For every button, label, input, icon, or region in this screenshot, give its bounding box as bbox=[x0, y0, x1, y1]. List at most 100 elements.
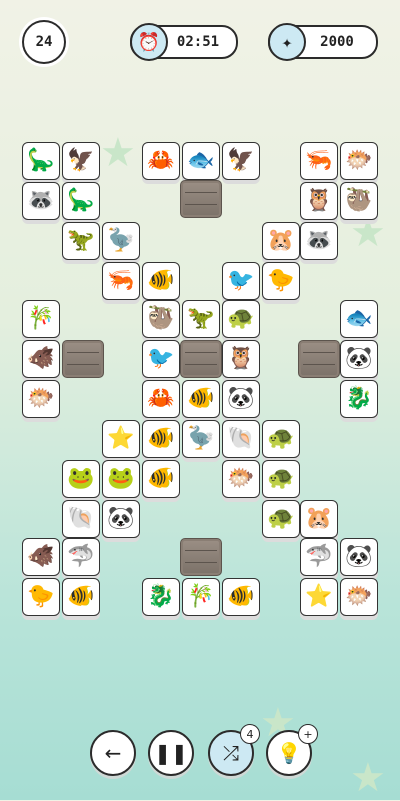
back-button[interactable]: ← bbox=[90, 730, 136, 776]
tile-shrimp[interactable]: 🦐 bbox=[102, 262, 140, 300]
alarm-clock-icon: ⏰ bbox=[130, 23, 168, 61]
tile-tropical-fish[interactable]: 🐠 bbox=[182, 380, 220, 418]
pterodactyl-icon: 🦤 bbox=[187, 426, 215, 451]
tile-sloth[interactable]: 🦥 bbox=[142, 300, 180, 338]
clownfish-icon: 🐠 bbox=[67, 584, 95, 609]
panda-icon: 🐼 bbox=[227, 386, 255, 411]
seashell-icon: 🐚 bbox=[67, 506, 95, 531]
raccoon-icon: 🦝 bbox=[305, 228, 333, 253]
tile-hamster[interactable]: 🐹 bbox=[262, 222, 300, 260]
tile-seashell[interactable]: 🐚 bbox=[222, 420, 260, 458]
tropical-fish-icon: 🐠 bbox=[187, 386, 215, 411]
tile-pufferfish[interactable]: 🐡 bbox=[340, 142, 378, 180]
pause-button[interactable]: ❚❚ bbox=[148, 730, 194, 776]
hint-button[interactable]: 💡 + bbox=[266, 724, 318, 776]
rock-obstacle bbox=[180, 538, 222, 576]
tile-pterodactyl[interactable]: 🦤 bbox=[182, 420, 220, 458]
panda-bamboo-icon: 🎋 bbox=[27, 306, 55, 331]
tile-pufferfish[interactable]: 🐡 bbox=[22, 380, 60, 418]
owl-icon: 🦉 bbox=[227, 346, 255, 371]
seahorse-icon: 🐉 bbox=[345, 386, 373, 411]
tile-fish[interactable]: 🐟 bbox=[340, 300, 378, 338]
seashell-icon: 🐚 bbox=[227, 426, 255, 451]
timer-value: 02:51 bbox=[176, 34, 220, 50]
tile-vulture[interactable]: 🦅 bbox=[62, 142, 100, 180]
background-starfish: ★ bbox=[100, 130, 136, 176]
tile-frog[interactable]: 🐸 bbox=[62, 460, 100, 498]
tile-crab[interactable]: 🦀 bbox=[142, 142, 180, 180]
shuffle-button[interactable]: ⤮ 4 bbox=[208, 724, 260, 776]
tile-starfish[interactable]: ⭐ bbox=[102, 420, 140, 458]
tile-starfish[interactable]: ⭐ bbox=[300, 578, 338, 616]
tile-panda-bamboo[interactable]: 🎋 bbox=[182, 578, 220, 616]
frog-icon: 🐸 bbox=[107, 466, 135, 491]
pufferfish-icon: 🐡 bbox=[27, 386, 55, 411]
tile-hamster[interactable]: 🐹 bbox=[300, 500, 338, 538]
tile-panda[interactable]: 🐼 bbox=[222, 380, 260, 418]
tile-seahorse[interactable]: 🐉 bbox=[340, 380, 378, 418]
dinosaur-icon: 🦖 bbox=[187, 306, 215, 331]
boar-icon: 🐗 bbox=[27, 544, 55, 569]
tile-panda[interactable]: 🐼 bbox=[102, 500, 140, 538]
tile-raccoon[interactable]: 🦝 bbox=[22, 182, 60, 220]
tile-pufferfish[interactable]: 🐡 bbox=[340, 578, 378, 616]
shuffle-count-badge: 4 bbox=[240, 724, 260, 744]
tile-dinosaur[interactable]: 🦕 bbox=[22, 142, 60, 180]
sparkle-icon: ✦ bbox=[268, 23, 306, 61]
tile-pterodactyl[interactable]: 🦤 bbox=[102, 222, 140, 260]
tile-vulture[interactable]: 🦅 bbox=[222, 142, 260, 180]
panda-icon: 🐼 bbox=[345, 346, 373, 371]
dinosaur-icon: 🦖 bbox=[67, 228, 95, 253]
tile-owl[interactable]: 🦉 bbox=[222, 340, 260, 378]
tile-dinosaur[interactable]: 🦖 bbox=[182, 300, 220, 338]
tile-dinosaur[interactable]: 🦕 bbox=[62, 182, 100, 220]
shark-icon: 🦈 bbox=[305, 544, 333, 569]
tile-fish[interactable]: 🐟 bbox=[182, 142, 220, 180]
lightbulb-icon: 💡 bbox=[276, 741, 302, 765]
tile-shark[interactable]: 🦈 bbox=[62, 538, 100, 576]
tile-tropical-fish[interactable]: 🐠 bbox=[222, 578, 260, 616]
tile-goldfish[interactable]: 🐠 bbox=[142, 262, 180, 300]
sloth-icon: 🦥 bbox=[147, 306, 175, 331]
panda-icon: 🐼 bbox=[107, 506, 135, 531]
tile-seashell[interactable]: 🐚 bbox=[62, 500, 100, 538]
tile-raccoon[interactable]: 🦝 bbox=[300, 222, 338, 260]
tile-bird[interactable]: 🐦 bbox=[142, 340, 180, 378]
tile-chick[interactable]: 🐤 bbox=[262, 262, 300, 300]
pause-icon: ❚❚ bbox=[154, 741, 188, 765]
clownfish-icon: 🐠 bbox=[147, 426, 175, 451]
fish-icon: 🐟 bbox=[345, 306, 373, 331]
goldfish-icon: 🐠 bbox=[147, 466, 175, 491]
tile-bird[interactable]: 🐦 bbox=[222, 262, 260, 300]
tile-turtle[interactable]: 🐢 bbox=[262, 460, 300, 498]
tile-boar[interactable]: 🐗 bbox=[22, 538, 60, 576]
vulture-icon: 🦅 bbox=[67, 148, 95, 173]
crab-icon: 🦀 bbox=[147, 148, 175, 173]
tile-seahorse[interactable]: 🐉 bbox=[142, 578, 180, 616]
tile-dinosaur[interactable]: 🦖 bbox=[62, 222, 100, 260]
tile-pufferfish[interactable]: 🐡 bbox=[222, 460, 260, 498]
tile-sloth[interactable]: 🦥 bbox=[340, 182, 378, 220]
shrimp-icon: 🦐 bbox=[305, 148, 333, 173]
timer-display: ⏰ 02:51 bbox=[130, 23, 238, 61]
pufferfish-icon: 🐡 bbox=[345, 148, 373, 173]
tile-turtle[interactable]: 🐢 bbox=[222, 300, 260, 338]
tile-chick[interactable]: 🐤 bbox=[22, 578, 60, 616]
tile-turtle[interactable]: 🐢 bbox=[262, 500, 300, 538]
tile-owl[interactable]: 🦉 bbox=[300, 182, 338, 220]
tile-clownfish[interactable]: 🐠 bbox=[142, 420, 180, 458]
tile-panda[interactable]: 🐼 bbox=[340, 538, 378, 576]
tile-shark[interactable]: 🦈 bbox=[300, 538, 338, 576]
tile-panda-bamboo[interactable]: 🎋 bbox=[22, 300, 60, 338]
shuffle-icon: ⤮ bbox=[223, 741, 239, 765]
frog-icon: 🐸 bbox=[67, 466, 95, 491]
tile-turtle[interactable]: 🐢 bbox=[262, 420, 300, 458]
tile-goldfish[interactable]: 🐠 bbox=[142, 460, 180, 498]
turtle-icon: 🐢 bbox=[267, 506, 295, 531]
tile-crab[interactable]: 🦀 bbox=[142, 380, 180, 418]
tile-panda[interactable]: 🐼 bbox=[340, 340, 378, 378]
tile-frog[interactable]: 🐸 bbox=[102, 460, 140, 498]
tile-clownfish[interactable]: 🐠 bbox=[62, 578, 100, 616]
tile-boar[interactable]: 🐗 bbox=[22, 340, 60, 378]
tile-shrimp[interactable]: 🦐 bbox=[300, 142, 338, 180]
